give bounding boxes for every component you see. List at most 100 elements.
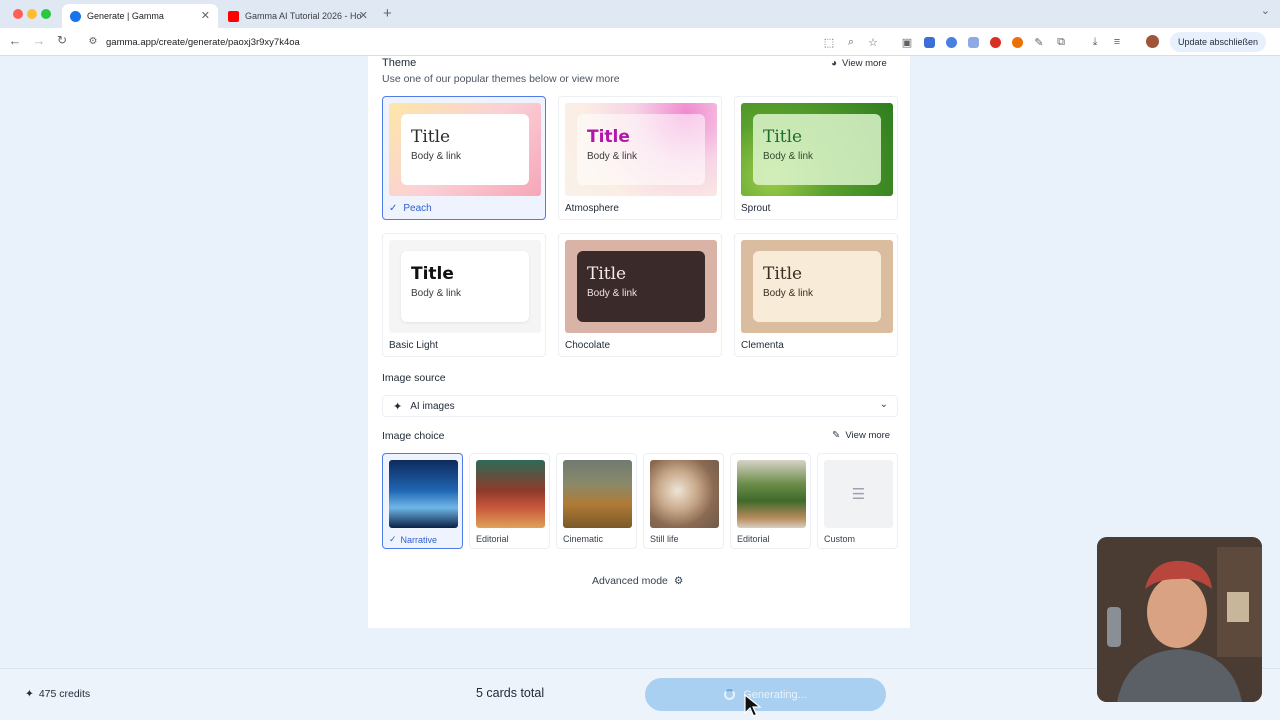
theme-preview-body: Body & link [587, 288, 638, 299]
theme-preview-body: Body & link [411, 151, 462, 162]
bookmark-star-icon[interactable]: ☆ [862, 34, 884, 50]
image-option-editorial-2[interactable]: Editorial [730, 453, 811, 549]
theme-card-basic-light[interactable]: Title Body & link Basic Light [382, 233, 546, 357]
image-option-cinematic[interactable]: Cinematic [556, 453, 637, 549]
theme-preview-body: Body & link [587, 151, 638, 162]
theme-name: Atmosphere [565, 203, 619, 214]
generate-footer: ✦ 475 credits 5 cards total Generating..… [0, 668, 1280, 720]
theme-preview: Title Body & link [741, 240, 893, 333]
brush-icon: ✎ [832, 430, 841, 441]
theme-name: Basic Light [389, 340, 438, 351]
image-source-value: AI images [410, 400, 455, 412]
close-tab-icon[interactable]: ✕ [201, 9, 210, 22]
forward-arrow-icon[interactable]: → [30, 33, 48, 48]
advanced-mode-button[interactable]: Advanced mode ⚙ [592, 575, 683, 587]
credits-indicator[interactable]: ✦ 475 credits [25, 688, 90, 700]
theme-card-chocolate[interactable]: Title Body & link Chocolate [558, 233, 722, 357]
image-source-select[interactable]: ✦ AI images ⌄ [382, 395, 898, 417]
extension-tag-icon[interactable] [940, 34, 962, 50]
image-option-custom[interactable]: ☰ Custom [817, 453, 898, 549]
close-window-button[interactable] [13, 9, 23, 19]
back-arrow-icon[interactable]: ← [6, 33, 24, 48]
extension-record-icon[interactable] [1006, 34, 1028, 50]
image-source-label: Image source [382, 372, 446, 384]
theme-preview-body: Body & link [763, 288, 814, 299]
minimize-window-button[interactable] [27, 9, 37, 19]
screenshot-icon[interactable]: ▣ [896, 34, 918, 50]
still-life-thumbnail [650, 460, 719, 528]
theme-card-clementa[interactable]: Title Body & link Clementa [734, 233, 898, 357]
view-more-label: View more [845, 430, 891, 441]
theme-name: ✓ Peach [389, 203, 432, 214]
address-bar[interactable]: ⚙ gamma.app/create/generate/paoxj3r9xy7k… [80, 31, 880, 53]
image-choice-view-more-button[interactable]: ✎ View more [832, 430, 890, 441]
install-app-icon[interactable]: ⬚ [818, 34, 840, 50]
tab-label: Generate | Gamma [87, 11, 164, 21]
pen-icon[interactable]: ✎ [1028, 34, 1050, 50]
image-option-label: Editorial [737, 534, 770, 544]
sparkle-icon: ✦ [393, 400, 403, 413]
palette-icon: ◕ [831, 58, 838, 69]
presenter-video [1097, 537, 1262, 702]
reload-icon[interactable]: ↻ [53, 33, 71, 47]
theme-card-peach[interactable]: Title Body & link ✓ Peach [382, 96, 546, 220]
image-option-label: Cinematic [563, 534, 604, 544]
image-option-editorial[interactable]: Editorial [469, 453, 550, 549]
theme-preview-title: Title [763, 264, 803, 284]
theme-preview: Title Body & link [389, 240, 541, 333]
image-option-label: Custom [824, 534, 856, 544]
browser-tab[interactable]: Gamma AI Tutorial 2026 - Ho ✕ [220, 4, 376, 28]
credits-label: 475 credits [38, 688, 91, 700]
update-button[interactable]: Update abschließen [1170, 32, 1267, 52]
theme-preview-body: Body & link [411, 288, 462, 299]
theme-name: Clementa [741, 340, 784, 351]
download-icon[interactable]: ⤓ [1084, 34, 1106, 50]
maximize-window-button[interactable] [41, 9, 51, 19]
image-option-narrative[interactable]: ✓ Narrative [382, 453, 463, 549]
chevron-down-icon: ⌄ [879, 399, 888, 410]
generate-button[interactable]: Generating... [645, 678, 886, 711]
zoom-icon[interactable]: ⌕ [840, 34, 862, 50]
webcam-overlay [1097, 537, 1262, 702]
new-tab-icon[interactable]: + [383, 5, 392, 22]
browser-toolbar: ← → ↻ ⚙ gamma.app/create/generate/paoxj3… [0, 28, 1280, 56]
editorial-plant-thumbnail [737, 460, 806, 528]
adblock-icon[interactable] [984, 34, 1006, 50]
image-choice-label: Image choice [382, 430, 445, 442]
gamma-favicon-icon [70, 10, 81, 22]
theme-card-atmosphere[interactable]: Title Body & link Atmosphere [558, 96, 722, 220]
image-option-label: Narrative [400, 534, 438, 545]
browser-tab-bar: Generate | Gamma ✕ Gamma AI Tutorial 202… [0, 0, 1280, 28]
reading-list-icon[interactable]: ≡ [1106, 34, 1128, 50]
url-text: gamma.app/create/generate/paoxj3r9xy7k4o… [106, 36, 300, 48]
theme-heading: Theme [382, 57, 417, 69]
check-icon: ✓ [389, 203, 398, 214]
theme-preview-body: Body & link [763, 151, 814, 162]
theme-name-label: Peach [403, 203, 432, 214]
extension-translate-icon[interactable] [962, 34, 984, 50]
theme-card-sprout[interactable]: Title Body & link Sprout [734, 96, 898, 220]
editorial-thumbnail [476, 460, 545, 528]
image-option-name: ✓ Narrative [389, 534, 437, 545]
tab-search-icon[interactable]: ⌄ [1261, 4, 1270, 17]
extensions-row: ⬚ ⌕ ☆ ▣ ✎ ⧉ ⤓ ≡ [818, 34, 1128, 50]
profile-avatar[interactable] [1146, 35, 1159, 48]
close-tab-icon[interactable]: ✕ [359, 9, 368, 22]
theme-preview-title: Title [587, 127, 630, 147]
theme-preview-title: Title [763, 127, 803, 147]
theme-name: Chocolate [565, 340, 611, 351]
theme-preview: Title Body & link [565, 103, 717, 196]
theme-preview-title: Title [411, 127, 451, 147]
image-option-still-life[interactable]: Still life [643, 453, 724, 549]
cinematic-thumbnail [563, 460, 632, 528]
tab-label: Gamma AI Tutorial 2026 - Ho [245, 11, 362, 21]
browser-tab-active[interactable]: Generate | Gamma ✕ [62, 4, 218, 28]
extension-blue-icon[interactable] [918, 34, 940, 50]
extensions-puzzle-icon[interactable]: ⧉ [1050, 34, 1072, 50]
sliders-icon: ☰ [824, 460, 893, 528]
cards-total-label: 5 cards total [476, 686, 545, 700]
theme-preview: Title Body & link [741, 103, 893, 196]
check-icon: ✓ [389, 534, 397, 544]
site-info-icon[interactable]: ⚙ [86, 35, 100, 49]
theme-view-more-button[interactable]: ◕ View more [831, 58, 887, 69]
